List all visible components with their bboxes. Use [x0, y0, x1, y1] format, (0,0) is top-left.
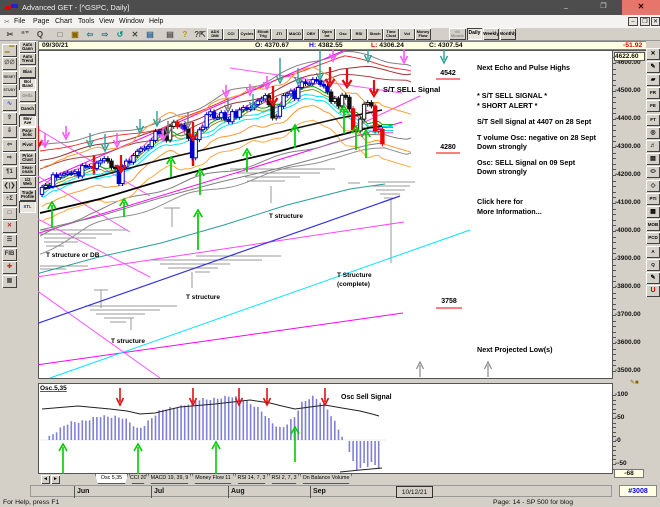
- svg-text:S/T SELL Signal: S/T SELL Signal: [383, 85, 440, 94]
- svg-text:Osc.5,35: Osc.5,35: [40, 385, 67, 392]
- svg-text:T structure: T structure: [111, 338, 145, 345]
- svg-text:4542: 4542: [440, 70, 456, 77]
- svg-text:More Information...: More Information...: [477, 207, 542, 216]
- svg-text:* S/T SELL SIGNAL *: * S/T SELL SIGNAL *: [477, 91, 547, 100]
- svg-text:T volume Osc: negative on 28 S: T volume Osc: negative on 28 Sept: [477, 133, 597, 142]
- svg-text:T structure or DB: T structure or DB: [46, 252, 100, 259]
- svg-text:T Structure: T Structure: [337, 272, 372, 279]
- svg-text:3758: 3758: [441, 298, 457, 305]
- svg-text:Next Projected Low(s): Next Projected Low(s): [477, 345, 553, 354]
- svg-text:Down strongly: Down strongly: [477, 142, 527, 151]
- svg-text:Osc: SELL Signal on 09 Sept: Osc: SELL Signal on 09 Sept: [477, 158, 576, 167]
- svg-text:Click here for: Click here for: [477, 197, 523, 206]
- svg-text:* SHORT ALERT *: * SHORT ALERT *: [477, 101, 538, 110]
- svg-text:Next Echo and Pulse Highs: Next Echo and Pulse Highs: [477, 63, 570, 72]
- svg-text:Down strongly: Down strongly: [477, 167, 527, 176]
- svg-text:4280: 4280: [440, 144, 456, 151]
- svg-text:S/T Sell Signal at 4407 on 28: S/T Sell Signal at 4407 on 28 Sept: [477, 117, 592, 126]
- svg-text:Osc Sell Signal: Osc Sell Signal: [341, 394, 392, 401]
- svg-text:T structure: T structure: [269, 213, 303, 220]
- svg-text:T structure: T structure: [186, 294, 220, 301]
- svg-text:(complete): (complete): [337, 281, 370, 288]
